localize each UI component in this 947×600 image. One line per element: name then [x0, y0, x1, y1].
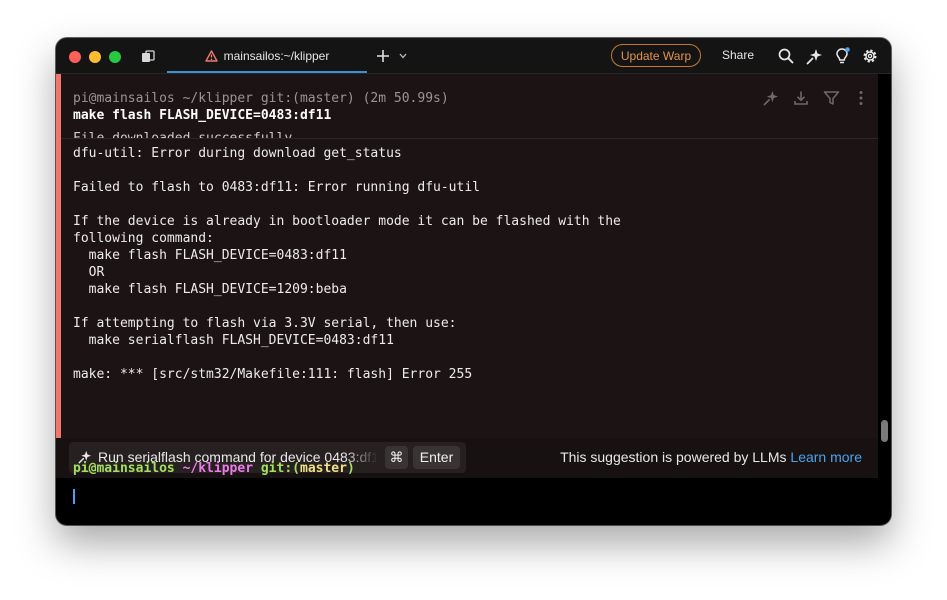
close-window-button[interactable] [69, 51, 81, 63]
learn-more-link[interactable]: Learn more [790, 449, 862, 465]
filter-icon[interactable] [822, 89, 840, 107]
sparkle-icon[interactable] [805, 47, 823, 65]
prompt-branch: master [300, 461, 347, 476]
download-icon[interactable] [792, 89, 810, 107]
prompt-user: pi@mainsailos [73, 461, 175, 476]
plus-icon[interactable] [375, 48, 391, 64]
terminal-window: mainsailos:~/klipper Update Warp Share p… [56, 38, 891, 525]
warning-triangle-icon [204, 49, 218, 62]
search-icon[interactable] [777, 47, 795, 65]
scrollbar[interactable] [878, 74, 891, 524]
gear-icon[interactable] [861, 47, 879, 65]
more-options-icon[interactable] [852, 89, 870, 107]
block-header: pi@mainsailos ~/klipper git:(master) (2m… [61, 74, 878, 139]
lightbulb-icon[interactable] [833, 46, 851, 66]
enter-key-badge: Enter [413, 446, 460, 469]
update-warp-button[interactable]: Update Warp [611, 44, 701, 67]
minimize-window-button[interactable] [89, 51, 101, 63]
command-block[interactable]: pi@mainsailos ~/klipper git:(master) (2m… [56, 74, 878, 478]
prompt-directory: ~/klipper [182, 461, 254, 476]
zoom-window-button[interactable] [109, 51, 121, 63]
ai-sparkle-icon[interactable] [762, 89, 780, 107]
block-command: make flash FLASH_DEVICE=0483:df11 [73, 108, 332, 123]
block-prompt-meta: pi@mainsailos ~/klipper git:(master) (2m… [73, 91, 449, 106]
input-prompt: pi@mainsailos ~/klipper git:(master) [73, 460, 355, 477]
prompt-git: git:( [260, 461, 300, 476]
llm-notice: This suggestion is powered by LLMs Learn… [560, 449, 862, 465]
chevron-down-icon[interactable] [398, 50, 408, 62]
tab-klipper[interactable]: mainsailos:~/klipper [167, 38, 367, 73]
command-output: dfu-util: Error during download get_stat… [73, 146, 621, 382]
tabs-panel-icon[interactable] [141, 49, 155, 63]
share-button[interactable]: Share [722, 48, 754, 62]
prompt-git-close: ) [346, 461, 355, 476]
block-actions [762, 89, 870, 107]
output-partial-line: File downloaded successfully [73, 131, 293, 139]
command-key-badge: ⌘ [385, 446, 408, 469]
active-tab-indicator [167, 71, 367, 73]
scrollbar-thumb[interactable] [881, 420, 888, 442]
llm-notice-text: This suggestion is powered by LLMs [560, 449, 787, 465]
title-bar: mainsailos:~/klipper Update Warp Share [56, 38, 891, 74]
input-cursor[interactable] [73, 489, 75, 504]
tab-title: mainsailos:~/klipper [223, 48, 330, 63]
